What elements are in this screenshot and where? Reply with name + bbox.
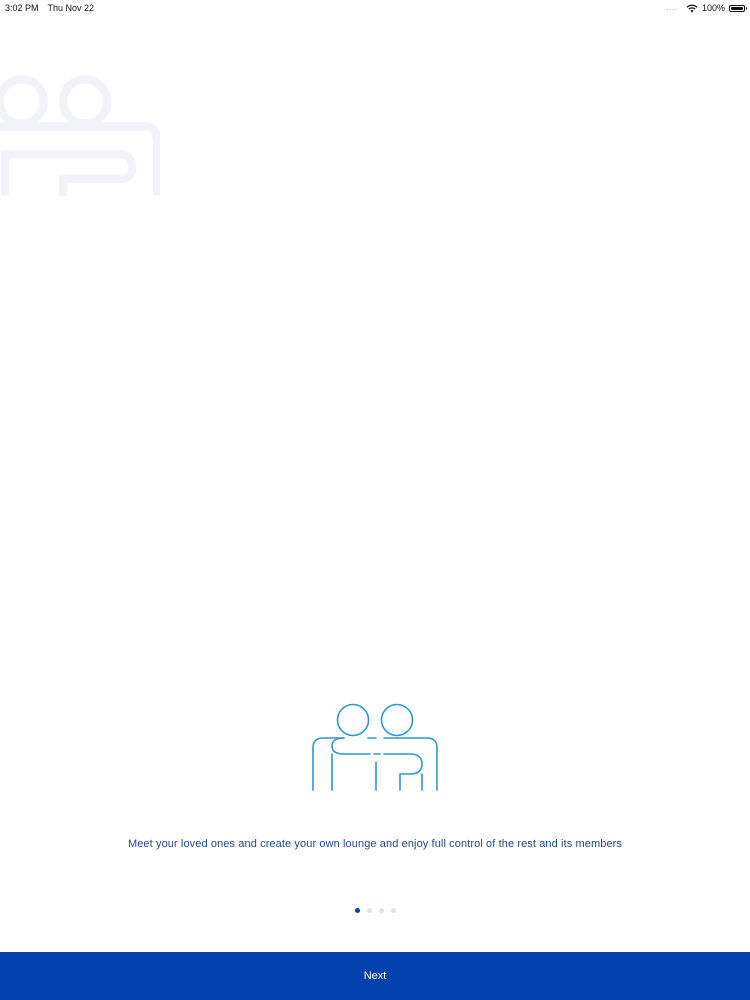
onboarding-screen: 3:02 PM Thu Nov 22 .... 100% Meet your l… <box>0 0 750 1000</box>
next-button[interactable]: Next <box>0 952 750 1000</box>
battery-icon <box>729 4 747 12</box>
page-indicator[interactable] <box>0 908 750 913</box>
status-right: .... 100% <box>666 3 747 13</box>
status-left: 3:02 PM Thu Nov 22 <box>5 3 94 13</box>
page-dot-4[interactable] <box>390 908 396 913</box>
wifi-icon <box>686 4 698 12</box>
page-dot-3[interactable] <box>378 908 384 913</box>
status-bar: 3:02 PM Thu Nov 22 .... 100% <box>0 0 750 16</box>
page-dot-1[interactable] <box>354 908 360 913</box>
page-dot-2[interactable] <box>366 908 372 913</box>
battery-percentage: 100% <box>701 3 725 13</box>
status-date: Thu Nov 22 <box>47 3 95 13</box>
signal-icon: .... <box>666 4 678 12</box>
people-hug-icon <box>312 703 438 791</box>
onboarding-description: Meet your loved ones and create your own… <box>127 838 623 850</box>
status-time: 3:02 PM <box>5 3 39 13</box>
background-people-hug-icon <box>0 75 160 196</box>
